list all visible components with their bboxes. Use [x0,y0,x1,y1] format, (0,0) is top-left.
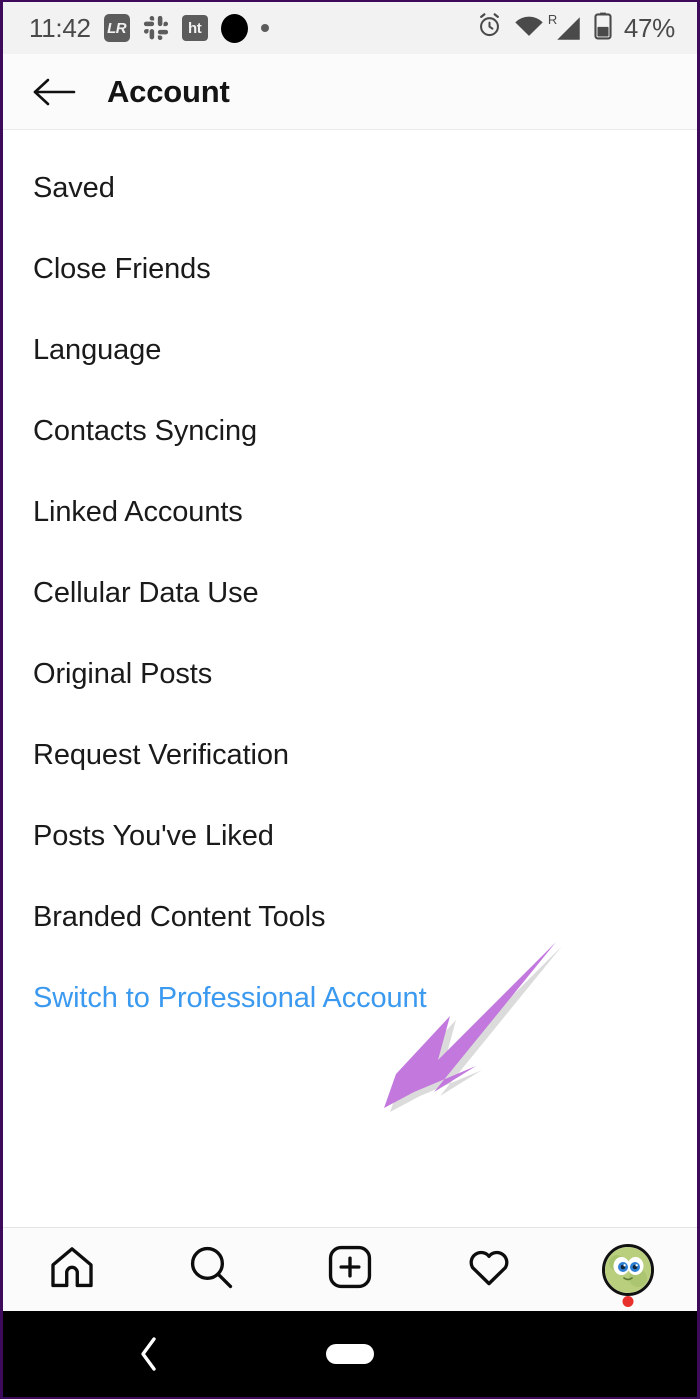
list-item-label: Branded Content Tools [33,901,326,933]
list-item-request-verification[interactable]: Request Verification [3,715,697,796]
list-item-label: Original Posts [33,658,213,690]
battery-percentage: 47% [623,12,675,43]
list-item-label: Cellular Data Use [33,577,259,609]
list-item-label: Request Verification [33,739,289,771]
search-icon [188,1244,234,1295]
list-item-label: Linked Accounts [33,496,243,528]
cellular-signal-icon: R [548,12,582,41]
black-circle-notification-icon [220,13,248,43]
nav-home[interactable] [3,1228,142,1311]
status-bar-clock: 11:42 [29,12,91,43]
list-item-label: Close Friends [33,253,211,285]
page-title: Account [107,73,230,109]
lightroom-icon: LR [103,14,130,42]
nav-search[interactable] [142,1228,281,1311]
status-bar-right-group: R 47% [476,11,675,45]
plus-square-icon [327,1244,373,1295]
avatar [601,1243,654,1307]
alarm-clock-icon [476,12,503,44]
list-item-linked-accounts[interactable]: Linked Accounts [3,472,697,553]
list-item-original-posts[interactable]: Original Posts [3,634,697,715]
nav-create[interactable] [281,1228,420,1311]
home-pill-indicator[interactable] [326,1344,374,1364]
nav-profile[interactable] [558,1228,697,1311]
page-header: Account [3,54,697,130]
phone-screen: 11:42 LR ht R 47% Account Saved Close Fr… [0,0,700,1399]
list-item-close-friends[interactable]: Close Friends [3,229,697,310]
heart-icon [466,1246,512,1293]
slack-icon [143,15,169,41]
list-item-label: Language [33,334,162,366]
status-bar: 11:42 LR ht R 47% [3,2,697,54]
roaming-label: R [547,11,558,27]
chevron-left-icon[interactable] [138,1336,160,1372]
wifi-icon [514,14,544,43]
status-bar-left-group: 11:42 LR ht [29,13,269,44]
list-item-label: Contacts Syncing [33,415,258,447]
small-dot-notification-icon [260,24,269,32]
hindustan-times-icon: ht [181,15,208,41]
home-icon [49,1245,95,1294]
list-item-language[interactable]: Language [3,310,697,391]
list-item-branded-content-tools[interactable]: Branded Content Tools [3,877,697,958]
android-navigation-bar [3,1311,697,1397]
list-item-posts-youve-liked[interactable]: Posts You've Liked [3,796,697,877]
nav-activity[interactable] [419,1228,558,1311]
battery-icon [593,11,613,45]
settings-list: Saved Close Friends Language Contacts Sy… [3,130,697,1227]
avatar-icon [601,1243,654,1296]
list-item-cellular-data-use[interactable]: Cellular Data Use [3,553,697,634]
list-item-saved[interactable]: Saved [3,148,697,229]
list-item-label: Saved [33,172,115,204]
bottom-navigation-bar [3,1227,697,1311]
list-item-label: Switch to Professional Account [33,982,427,1014]
back-arrow-icon[interactable] [31,76,77,108]
list-item-contacts-syncing[interactable]: Contacts Syncing [3,391,697,472]
notification-badge [622,1295,634,1307]
list-item-label: Posts You've Liked [33,820,274,852]
list-item-switch-to-professional-account[interactable]: Switch to Professional Account [3,958,697,1039]
